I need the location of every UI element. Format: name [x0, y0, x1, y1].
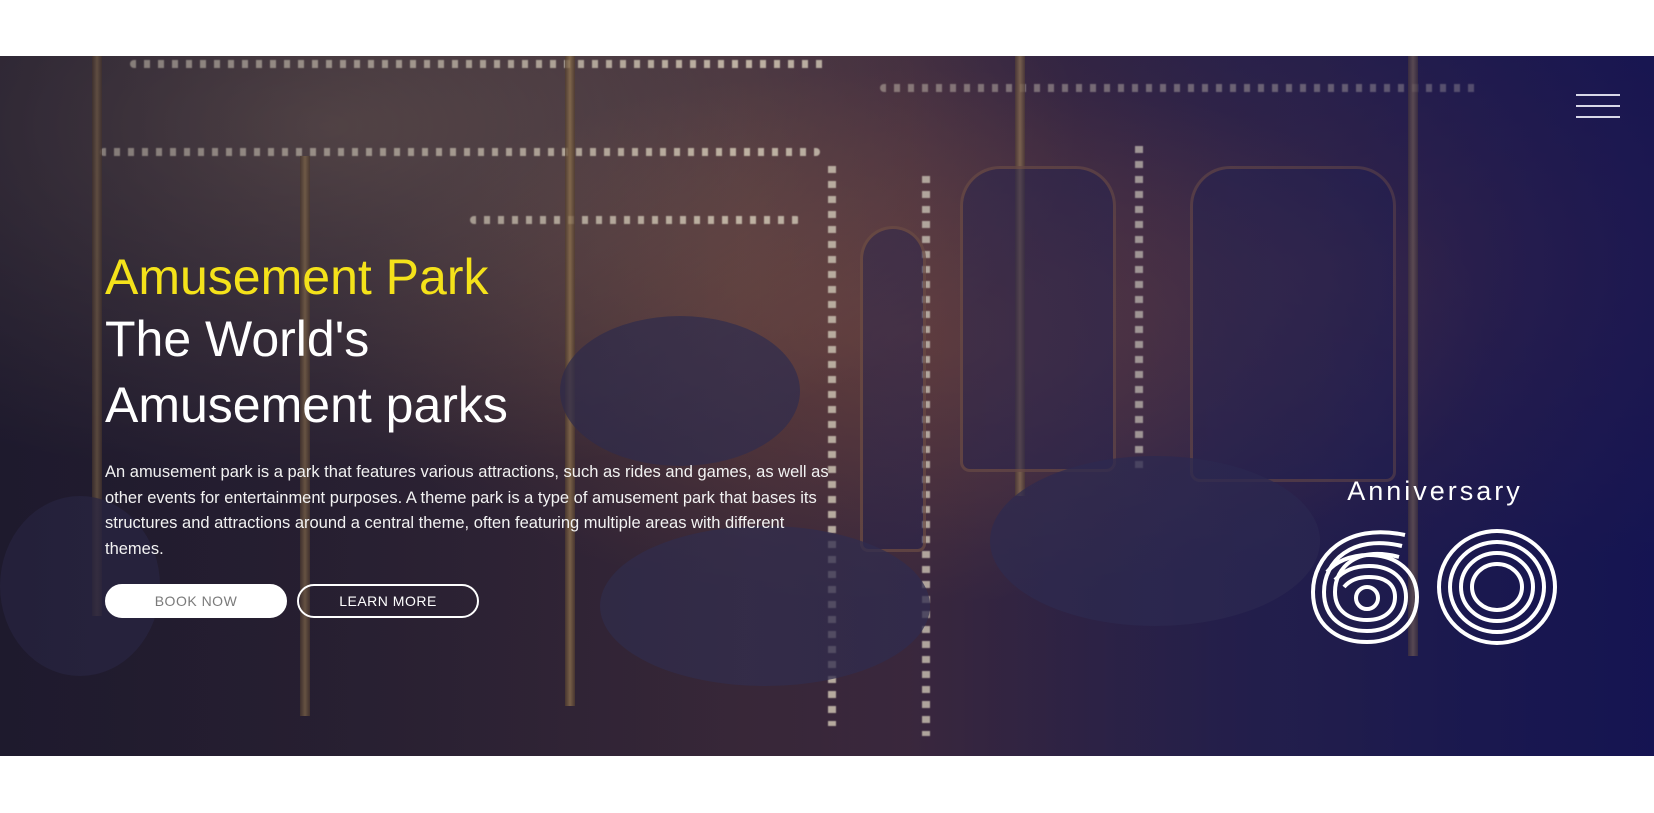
hero-buttons: BOOK NOW LEARN MORE [105, 584, 845, 618]
hero-title-line2: The World's [105, 311, 370, 367]
hamburger-menu-icon[interactable] [1576, 94, 1620, 118]
hero-section: Amusement Park The World's Amusement par… [0, 56, 1654, 756]
anniversary-60-graphic [1310, 529, 1557, 645]
anniversary-label: Anniversary [1347, 476, 1523, 506]
hero-title-line3: Amusement parks [105, 377, 508, 433]
hero-title-accent: Amusement Park [105, 249, 489, 305]
hero-description: An amusement park is a park that feature… [105, 463, 829, 558]
anniversary-badge: Anniversary [1300, 476, 1570, 651]
learn-more-button[interactable]: LEARN MORE [297, 584, 479, 618]
hero-content: Amusement Park The World's Amusement par… [105, 248, 845, 618]
book-now-button[interactable]: BOOK NOW [105, 584, 287, 618]
anniversary-number [1300, 517, 1570, 651]
